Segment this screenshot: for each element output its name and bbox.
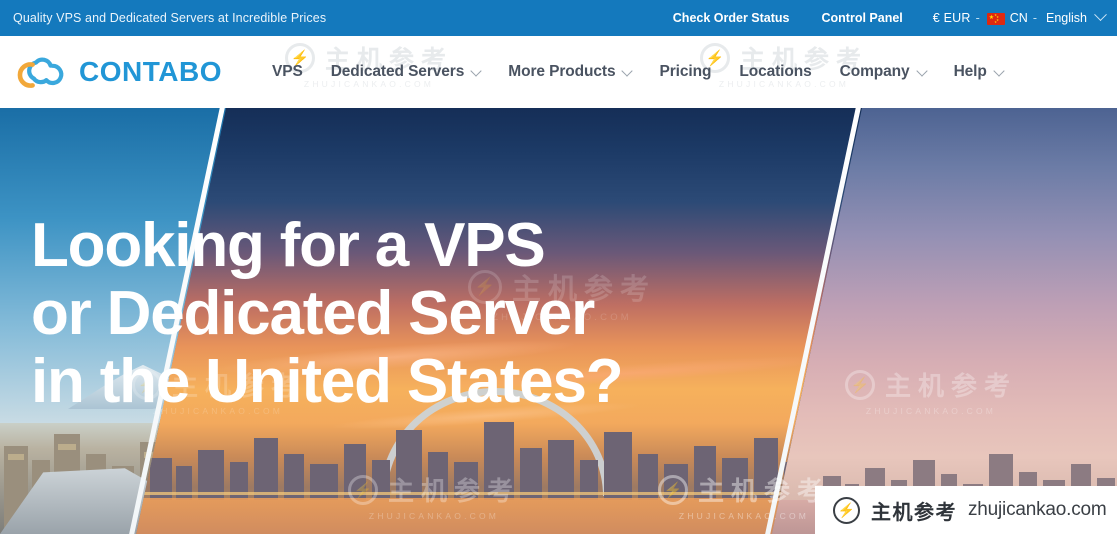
nav-item-company[interactable]: Company [826, 63, 940, 81]
separator-2: - [1032, 11, 1037, 25]
chevron-down-icon[interactable] [1094, 7, 1107, 21]
chevron-down-icon [915, 64, 928, 77]
hero-headline-line-1: Looking for a VPS [31, 211, 546, 280]
lightning-bolt-circle-icon: ⚡ [833, 496, 860, 524]
site-header: ⚡ 主机参考 ZHUJICANKAO.COM ⚡ 主机参考 ZHUJICANKA… [0, 36, 1117, 108]
chevron-down-icon [621, 64, 634, 77]
country-code-label[interactable]: CN [1010, 11, 1028, 25]
site-watermark-badge: ⚡ 主机参考 zhujicankao.com [815, 486, 1117, 534]
top-utility-right-group: Check Order Status Control Panel € EUR -… [657, 7, 1117, 25]
top-utility-bar: Quality VPS and Dedicated Servers at Inc… [0, 0, 1117, 36]
stlouis-skyline [140, 422, 840, 500]
nav-label: More Products [508, 63, 616, 80]
chevron-down-icon [470, 64, 482, 77]
hero-headline-line-3: in the United States? [31, 347, 624, 416]
nav-label: Help [953, 63, 987, 80]
control-panel-link[interactable]: Control Panel [806, 11, 919, 25]
tagline-text: Quality VPS and Dedicated Servers at Inc… [13, 11, 327, 25]
contabo-cloud-logo-icon [17, 57, 64, 88]
nav-label: Dedicated Servers [330, 63, 465, 80]
logo-text: CONTABO [79, 56, 222, 87]
nav-label: Locations [739, 63, 812, 80]
check-order-status-link[interactable]: Check Order Status [657, 11, 806, 25]
contabo-logo[interactable]: CONTABO [0, 53, 222, 91]
separator-1: - [975, 11, 980, 25]
badge-chinese-text: 主机参考 [871, 501, 957, 524]
nav-label: Company [839, 63, 910, 80]
nav-item-more-products[interactable]: More Products [494, 63, 645, 81]
chevron-down-icon [993, 64, 1005, 77]
currency-selector[interactable]: € EUR [919, 11, 971, 25]
badge-domain-text: zhujicankao.com [968, 499, 1107, 520]
hero-banner: ⚡ 主机参考 ZHUJICANKAO.COM ⚡ 主机参考 ZHUJICANKA… [0, 108, 1117, 534]
nav-item-dedicated-servers[interactable]: Dedicated Servers [317, 63, 495, 81]
nav-item-locations[interactable]: Locations [725, 63, 825, 81]
nav-item-pricing[interactable]: Pricing [645, 63, 725, 81]
nav-label: VPS [271, 63, 303, 80]
nav-item-vps[interactable]: VPS [258, 63, 317, 81]
hero-headline: Looking for a VPS or Dedicated Server in… [31, 211, 624, 416]
language-selector[interactable]: English [1042, 11, 1087, 25]
main-navigation: VPS Dedicated Servers More Products Pric… [258, 63, 1017, 81]
hero-headline-block: Looking for a VPS or Dedicated Server in… [31, 211, 624, 416]
hero-headline-line-2: or Dedicated Server [31, 279, 595, 348]
nav-item-help[interactable]: Help [940, 63, 1017, 81]
china-flag-icon [986, 12, 1005, 25]
nav-label: Pricing [659, 63, 712, 80]
